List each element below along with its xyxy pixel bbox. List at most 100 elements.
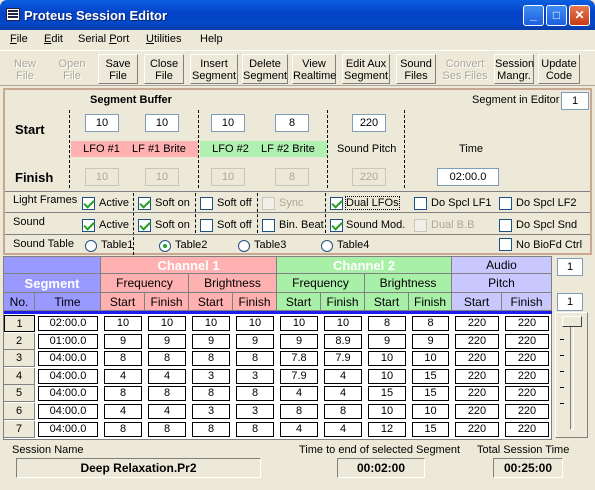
cell-pitch-finish[interactable]: 220 — [505, 404, 549, 419]
cell-ch1-freq-finish[interactable]: 10 — [148, 316, 186, 331]
cell-pitch-finish[interactable]: 220 — [505, 421, 549, 437]
cell-pitch-finish[interactable]: 220 — [505, 386, 549, 402]
cell-ch2-bright-finish[interactable]: 15 — [412, 421, 449, 437]
minimize-button[interactable]: _ — [523, 5, 544, 26]
cell-pitch-finish[interactable]: 220 — [505, 316, 549, 331]
cell-ch1-freq-start[interactable]: 4 — [104, 368, 142, 384]
lf-soft-on-checkbox[interactable] — [138, 197, 151, 210]
cell-ch1-bright-start[interactable]: 3 — [192, 404, 230, 419]
cell-time[interactable]: 04:00.0 — [38, 404, 98, 419]
cell-ch2-freq-start[interactable]: 7.8 — [280, 351, 318, 367]
cell-ch1-bright-finish[interactable]: 3 — [236, 368, 274, 384]
cell-ch2-bright-finish[interactable]: 9 — [412, 333, 449, 349]
cell-ch2-freq-finish[interactable]: 8 — [324, 404, 362, 419]
row-number[interactable]: 7 — [4, 420, 35, 438]
cell-ch2-freq-finish[interactable]: 4 — [324, 386, 362, 402]
cell-ch2-freq-start[interactable]: 8 — [280, 404, 318, 419]
update-code-button[interactable]: Update Code — [538, 54, 580, 84]
cell-ch1-bright-finish[interactable]: 3 — [236, 404, 274, 419]
menu-edit[interactable]: Edit — [44, 33, 63, 45]
cell-pitch-start[interactable]: 220 — [455, 368, 499, 384]
delete-segment-button[interactable]: Delete Segment — [242, 54, 288, 84]
cell-pitch-start[interactable]: 220 — [455, 333, 499, 349]
spcl-lf1-checkbox[interactable] — [414, 197, 427, 210]
cell-ch2-bright-start[interactable]: 10 — [368, 368, 406, 384]
save-file-button[interactable]: Save File — [98, 54, 138, 84]
spcl-lf2-checkbox[interactable] — [499, 197, 512, 210]
cell-ch2-bright-finish[interactable]: 10 — [412, 351, 449, 367]
cell-ch2-bright-finish[interactable]: 15 — [412, 386, 449, 402]
spcl-snd-checkbox[interactable] — [499, 219, 512, 232]
cell-ch1-bright-start[interactable]: 8 — [192, 421, 230, 437]
cell-time[interactable]: 02:00.0 — [38, 316, 98, 331]
cell-ch1-freq-start[interactable]: 10 — [104, 316, 142, 331]
table4-radio[interactable] — [321, 240, 333, 252]
cell-ch1-bright-finish[interactable]: 9 — [236, 333, 274, 349]
cell-time[interactable]: 01:00.0 — [38, 333, 98, 349]
maximize-button[interactable]: □ — [546, 5, 567, 26]
cell-pitch-finish[interactable]: 220 — [505, 351, 549, 367]
sound-active-checkbox[interactable] — [82, 219, 95, 232]
menu-serial-port[interactable]: Serial Port — [78, 33, 129, 45]
cell-ch1-freq-start[interactable]: 8 — [104, 351, 142, 367]
dual-lfos-checkbox[interactable] — [330, 197, 343, 210]
row-number[interactable]: 1 — [4, 315, 35, 332]
cell-ch1-bright-start[interactable]: 3 — [192, 368, 230, 384]
close-file-button[interactable]: Close File — [144, 54, 184, 84]
sound-files-button[interactable]: Sound Files — [396, 54, 436, 84]
row-number[interactable]: 6 — [4, 403, 35, 420]
cell-ch1-freq-finish[interactable]: 8 — [148, 351, 186, 367]
start-lf1-brite-field[interactable]: 10 — [145, 114, 179, 132]
cell-ch2-bright-finish[interactable]: 10 — [412, 404, 449, 419]
no-biofd-checkbox[interactable] — [499, 238, 512, 251]
bottom-spin-field[interactable]: 1 — [557, 293, 583, 311]
cell-ch1-bright-start[interactable]: 10 — [192, 316, 230, 331]
cell-pitch-start[interactable]: 220 — [455, 404, 499, 419]
lf-soft-off-checkbox[interactable] — [200, 197, 213, 210]
cell-ch1-freq-finish[interactable]: 8 — [148, 386, 186, 402]
cell-ch1-freq-finish[interactable]: 4 — [148, 404, 186, 419]
cell-time[interactable]: 04:00.0 — [38, 421, 98, 437]
cell-time[interactable]: 04:00.0 — [38, 386, 98, 402]
edit-aux-segment-button[interactable]: Edit Aux Segment — [342, 54, 390, 84]
menu-help[interactable]: Help — [200, 33, 223, 45]
cell-ch1-freq-start[interactable]: 4 — [104, 404, 142, 419]
cell-time[interactable]: 04:00.0 — [38, 351, 98, 367]
cell-pitch-start[interactable]: 220 — [455, 421, 499, 437]
cell-ch2-freq-finish[interactable]: 8.9 — [324, 333, 362, 349]
row-number[interactable]: 5 — [4, 385, 35, 403]
close-button[interactable]: ✕ — [569, 5, 590, 26]
table1-radio[interactable] — [85, 240, 97, 252]
slider-thumb[interactable] — [562, 316, 582, 327]
cell-ch2-bright-start[interactable]: 15 — [368, 386, 406, 402]
cell-ch2-freq-finish[interactable]: 4 — [324, 421, 362, 437]
cell-pitch-finish[interactable]: 220 — [505, 333, 549, 349]
start-lfo1-field[interactable]: 10 — [85, 114, 119, 132]
view-realtime-button[interactable]: View Realtime — [292, 54, 336, 84]
cell-ch2-bright-start[interactable]: 10 — [368, 351, 406, 367]
cell-ch2-bright-start[interactable]: 10 — [368, 404, 406, 419]
lf-active-checkbox[interactable] — [82, 197, 95, 210]
vertical-slider[interactable] — [555, 312, 588, 438]
start-lfo2-field[interactable]: 10 — [211, 114, 245, 132]
cell-ch2-freq-finish[interactable]: 7.9 — [324, 351, 362, 367]
cell-ch1-freq-start[interactable]: 8 — [104, 386, 142, 402]
cell-ch1-bright-finish[interactable]: 10 — [236, 316, 274, 331]
sound-soft-on-checkbox[interactable] — [138, 219, 151, 232]
cell-ch2-bright-start[interactable]: 9 — [368, 333, 406, 349]
cell-ch2-freq-finish[interactable]: 10 — [324, 316, 362, 331]
cell-ch1-bright-finish[interactable]: 8 — [236, 421, 274, 437]
cell-ch1-freq-start[interactable]: 9 — [104, 333, 142, 349]
cell-pitch-start[interactable]: 220 — [455, 351, 499, 367]
menu-utilities[interactable]: Utilities — [146, 33, 181, 45]
cell-ch1-freq-finish[interactable]: 9 — [148, 333, 186, 349]
cell-ch1-freq-finish[interactable]: 8 — [148, 421, 186, 437]
insert-segment-button[interactable]: Insert Segment — [190, 54, 238, 84]
row-number[interactable]: 2 — [4, 332, 35, 350]
cell-pitch-start[interactable]: 220 — [455, 316, 499, 331]
cell-ch2-freq-start[interactable]: 10 — [280, 316, 318, 331]
start-lf2-brite-field[interactable]: 8 — [275, 114, 309, 132]
sound-soft-off-checkbox[interactable] — [200, 219, 213, 232]
cell-ch2-freq-finish[interactable]: 4 — [324, 368, 362, 384]
cell-ch1-bright-start[interactable]: 9 — [192, 333, 230, 349]
